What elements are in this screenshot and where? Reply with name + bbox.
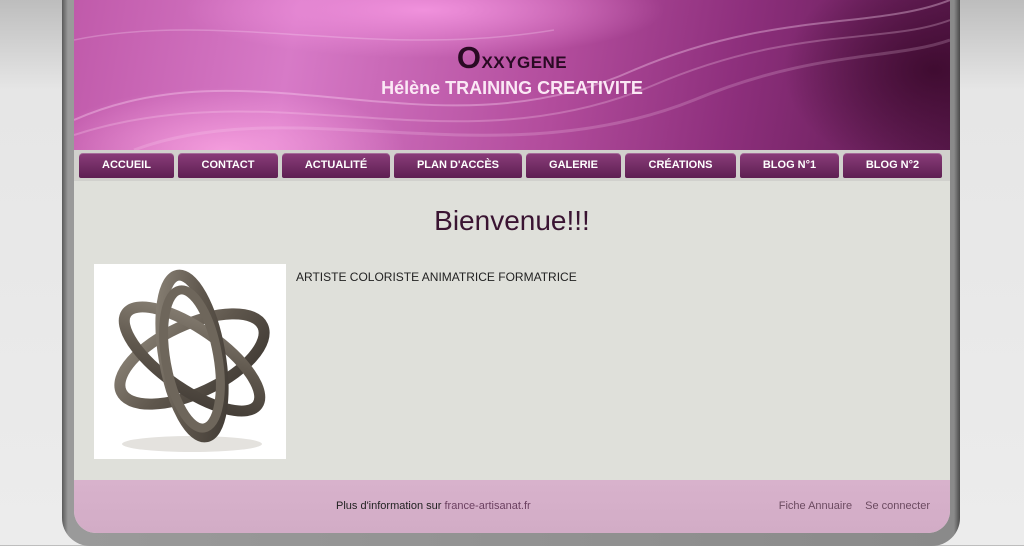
nav-item-accueil[interactable]: ACCUEIL	[79, 153, 174, 178]
nav-item-actualite[interactable]: ACTUALITÉ	[282, 153, 390, 178]
content-text: ARTISTE COLORISTE ANIMATRICE FORMATRICE	[296, 270, 577, 284]
site-footer: Plus d'information sur france-artisanat.…	[74, 480, 950, 533]
site-title: Oxxygene	[456, 40, 568, 75]
page-container: Oxxygene Hélène TRAINING CREATIVITE ACCU…	[74, 0, 950, 533]
nav-item-contact[interactable]: CONTACT	[178, 153, 278, 178]
fiche-annuaire-link[interactable]: Fiche Annuaire	[779, 500, 852, 512]
site-subtitle: Hélène TRAINING CREATIVITE	[381, 78, 643, 98]
footer-info-prefix: Plus d'information sur	[336, 500, 445, 512]
nav-item-creations[interactable]: CRÉATIONS	[625, 153, 736, 178]
page-title: Bienvenue!!!	[434, 205, 590, 236]
nav-item-blog-1[interactable]: BLOG N°1	[740, 153, 839, 178]
footer-info: Plus d'information sur france-artisanat.…	[336, 500, 531, 512]
se-connecter-link[interactable]: Se connecter	[865, 500, 930, 512]
site-header: Oxxygene Hélène TRAINING CREATIVITE	[74, 0, 950, 150]
nav-item-galerie[interactable]: GALERIE	[526, 153, 621, 178]
sculpture-image	[94, 264, 286, 459]
nav-item-blog-2[interactable]: BLOG N°2	[843, 153, 942, 178]
nav-item-plan-acces[interactable]: PLAN D'ACCÈS	[394, 153, 522, 178]
france-artisanat-link[interactable]: france-artisanat.fr	[444, 500, 530, 512]
main-navigation: ACCUEIL CONTACT ACTUALITÉ PLAN D'ACCÈS G…	[74, 150, 950, 181]
footer-links: Fiche Annuaire Se connecter	[769, 500, 930, 512]
